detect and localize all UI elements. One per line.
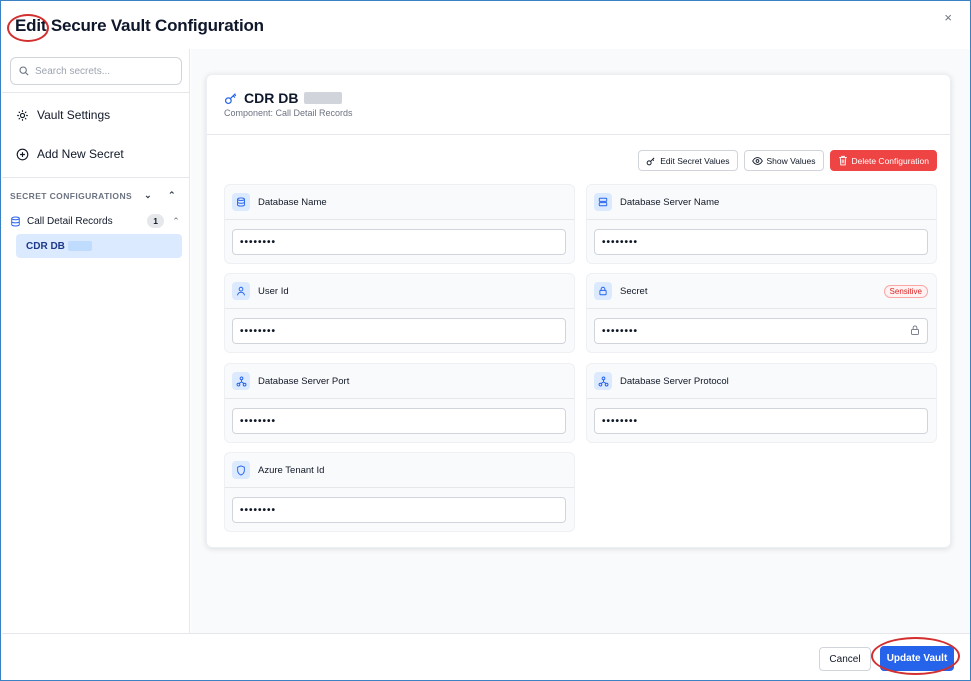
card-actions: Edit Secret Values Show Values Delete Co… [638, 150, 937, 171]
edit-secret-values-button[interactable]: Edit Secret Values [638, 150, 738, 171]
group-label: Call Detail Records [27, 215, 113, 227]
user-id-input[interactable]: •••••••• [232, 318, 566, 344]
search-box[interactable] [10, 57, 182, 85]
card-title-text: CDR DB [244, 90, 299, 106]
network-icon [232, 372, 250, 390]
eye-icon [751, 156, 763, 165]
azure-tenant-id-input[interactable]: •••••••• [232, 497, 566, 523]
chevron-up-icon[interactable]: ⌃ [168, 190, 176, 201]
redacted-block [67, 241, 92, 251]
server-icon [594, 193, 612, 211]
sidebar-item-label: CDR DB [26, 240, 65, 252]
card-title: CDR DB [224, 90, 343, 106]
gear-icon [17, 109, 28, 121]
field-database-name: Database Name •••••••• [224, 184, 575, 264]
database-icon [11, 216, 20, 226]
chevron-down-icon[interactable]: ⌄ [144, 190, 152, 201]
secret-input[interactable]: •••••••• [594, 318, 928, 344]
update-vault-button[interactable]: Update Vault [880, 646, 954, 671]
shield-icon [232, 461, 250, 479]
field-label: Secret [620, 285, 648, 297]
edit-secret-values-label: Edit Secret Values [660, 155, 730, 166]
main-content: CDR DB Component: Call Detail Records Ed… [191, 49, 970, 633]
cancel-button[interactable]: Cancel [819, 647, 871, 671]
sensitive-badge: Sensitive [883, 285, 928, 298]
field-header: Azure Tenant Id [225, 453, 574, 488]
key-icon [646, 157, 655, 165]
field-azure-tenant-id: Azure Tenant Id •••••••• [224, 452, 575, 532]
field-user-id: User Id •••••••• [224, 273, 575, 353]
field-header: Database Name [225, 185, 574, 220]
add-secret-item[interactable]: Add New Secret [16, 147, 124, 161]
network-icon [594, 372, 612, 390]
field-label: Database Server Port [258, 375, 350, 387]
title-edit-word: Edit [15, 16, 47, 35]
section-label: SECRET CONFIGURATIONS [10, 190, 133, 201]
trash-icon [838, 155, 847, 166]
vault-settings-label: Vault Settings [37, 108, 111, 122]
database-server-name-input[interactable]: •••••••• [594, 229, 928, 255]
field-label: User Id [258, 285, 289, 297]
database-name-input[interactable]: •••••••• [232, 229, 566, 255]
field-header: Database Server Port [225, 364, 574, 399]
show-values-label: Show Values [766, 155, 816, 166]
config-card: CDR DB Component: Call Detail Records Ed… [206, 74, 951, 548]
card-subtitle: Component: Call Detail Records [224, 108, 353, 118]
search-icon [19, 66, 29, 76]
field-database-server-protocol: Database Server Protocol •••••••• [586, 363, 937, 443]
field-label: Database Server Name [620, 196, 720, 208]
database-icon [232, 193, 250, 211]
field-label: Database Name [258, 196, 327, 208]
field-header: User Id [225, 274, 574, 309]
key-icon [224, 93, 237, 105]
title-rest: Secure Vault Configuration [46, 16, 264, 35]
database-server-port-input[interactable]: •••••••• [232, 408, 566, 434]
field-database-server-port: Database Server Port •••••••• [224, 363, 575, 443]
secret-configurations-header: SECRET CONFIGURATIONS ⌄ ⌃ [10, 190, 182, 201]
field-secret: Secret Sensitive •••••••• [586, 273, 937, 353]
field-header: Database Server Protocol [587, 364, 936, 399]
plus-circle-icon [16, 148, 29, 160]
field-header: Database Server Name [587, 185, 936, 220]
user-icon [232, 282, 250, 300]
close-icon[interactable]: × [944, 10, 952, 25]
delete-configuration-label: Delete Configuration [851, 155, 930, 166]
delete-configuration-button[interactable]: Delete Configuration [829, 150, 937, 171]
vault-settings-item[interactable]: Vault Settings [16, 108, 110, 122]
field-label: Azure Tenant Id [258, 464, 325, 476]
add-secret-label: Add New Secret [37, 147, 124, 161]
sidebar-divider [2, 92, 190, 93]
field-database-server-name: Database Server Name •••••••• [586, 184, 937, 264]
sidebar-item-cdr-db[interactable]: CDR DB [16, 234, 182, 258]
secret-value: •••••••• [602, 325, 639, 337]
dialog-frame: Edit Secure Vault Configuration × Vault … [0, 0, 971, 681]
lock-icon [911, 325, 919, 335]
dialog-footer: Cancel Update Vault [2, 633, 970, 680]
dialog-title: Edit Secure Vault Configuration [15, 16, 264, 36]
sidebar: Vault Settings Add New Secret SECRET CON… [2, 49, 190, 633]
show-values-button[interactable]: Show Values [743, 150, 824, 171]
redacted-block [304, 92, 343, 104]
field-label: Database Server Protocol [620, 375, 729, 387]
database-server-protocol-input[interactable]: •••••••• [594, 408, 928, 434]
search-input[interactable] [35, 65, 175, 77]
group-call-detail-records[interactable]: Call Detail Records 1 ⌃ [10, 212, 182, 230]
chevron-up-icon[interactable]: ⌃ [170, 216, 182, 227]
card-header: CDR DB Component: Call Detail Records [207, 75, 950, 135]
lock-icon [594, 282, 612, 300]
sidebar-divider [2, 177, 190, 178]
count-badge: 1 [147, 214, 164, 228]
